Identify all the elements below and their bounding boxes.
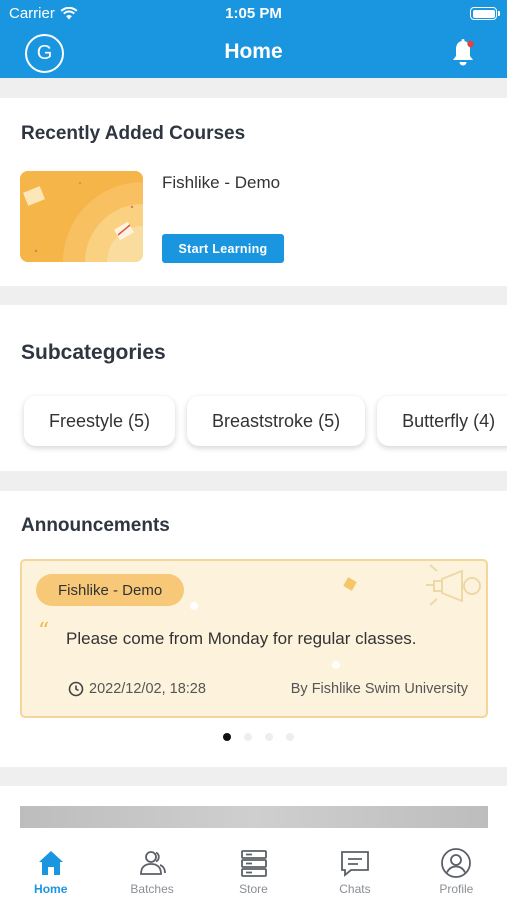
carousel-dot-1[interactable] [223, 733, 231, 741]
subcategory-chip-butterfly[interactable]: Butterfly (4) [377, 396, 507, 446]
tab-home[interactable]: Home [0, 836, 101, 900]
announcement-card[interactable]: Fishlike - Demo “ Please come from Monda… [20, 559, 488, 718]
tab-home-label: Home [34, 882, 68, 896]
course-thumbnail-art [20, 171, 143, 262]
tab-batches-label: Batches [130, 882, 174, 896]
app-header: Carrier 1:05 PM G Home [0, 0, 507, 78]
carousel-dot-4[interactable] [286, 733, 294, 741]
home-icon [38, 851, 63, 875]
nav-bar: G Home [0, 28, 507, 78]
announcement-text: Please come from Monday for regular clas… [66, 629, 417, 648]
tab-batches[interactable]: Batches [101, 836, 202, 900]
subcategory-chip-freestyle[interactable]: Freestyle (5) [24, 396, 176, 446]
subcategories-section: Subcategories Freestyle (5) Breaststroke… [0, 305, 507, 471]
store-icon [240, 850, 267, 877]
status-bar: Carrier 1:05 PM [0, 0, 507, 28]
start-learning-button[interactable]: Start Learning [162, 234, 284, 263]
notification-bell-icon[interactable] [449, 38, 477, 68]
announcement-author: By Fishlike Swim University [290, 681, 468, 697]
announcement-tag: Fishlike - Demo [36, 574, 185, 606]
subcategories-title: Subcategories [21, 341, 166, 364]
announcement-date: 2022/12/02, 18:28 [68, 681, 206, 697]
announcements-title: Announcements [21, 515, 170, 536]
tab-chats-label: Chats [339, 882, 371, 896]
bottom-tab-bar: Home Batches Store Chats Profile [0, 836, 507, 900]
recent-courses-title: Recently Added Courses [21, 123, 246, 144]
chats-icon [341, 851, 369, 877]
tab-store-label: Store [239, 882, 268, 896]
announcements-section: Announcements Fishlike - Demo “ Please c… [0, 491, 507, 767]
battery-icon [470, 7, 500, 20]
profile-icon [441, 848, 472, 878]
announcement-date-text: 2022/12/02, 18:28 [89, 681, 206, 697]
subcategory-list: Freestyle (5) Breaststroke (5) Butterfly… [24, 396, 507, 446]
status-time: 1:05 PM [225, 5, 282, 22]
subcategory-chip-breaststroke[interactable]: Breaststroke (5) [187, 396, 366, 446]
course-thumbnail[interactable] [20, 171, 143, 262]
quote-icon: “ [38, 619, 50, 644]
banner-placeholder[interactable] [20, 806, 488, 828]
course-name[interactable]: Fishlike - Demo [162, 173, 280, 193]
tab-profile-label: Profile [439, 882, 474, 896]
clock-icon [68, 681, 84, 697]
carousel-dot-2[interactable] [244, 733, 252, 741]
batches-icon [140, 851, 167, 875]
tab-chats[interactable]: Chats [304, 836, 405, 900]
carousel-dot-3[interactable] [265, 733, 273, 741]
banner-section [0, 786, 507, 836]
carousel-pagination [10, 733, 507, 741]
tab-store[interactable]: Store [203, 836, 304, 900]
tab-profile[interactable]: Profile [406, 836, 507, 900]
page-title: Home [224, 40, 283, 63]
recent-courses-section: Recently Added Courses Fishlike - Demo S… [0, 98, 507, 286]
